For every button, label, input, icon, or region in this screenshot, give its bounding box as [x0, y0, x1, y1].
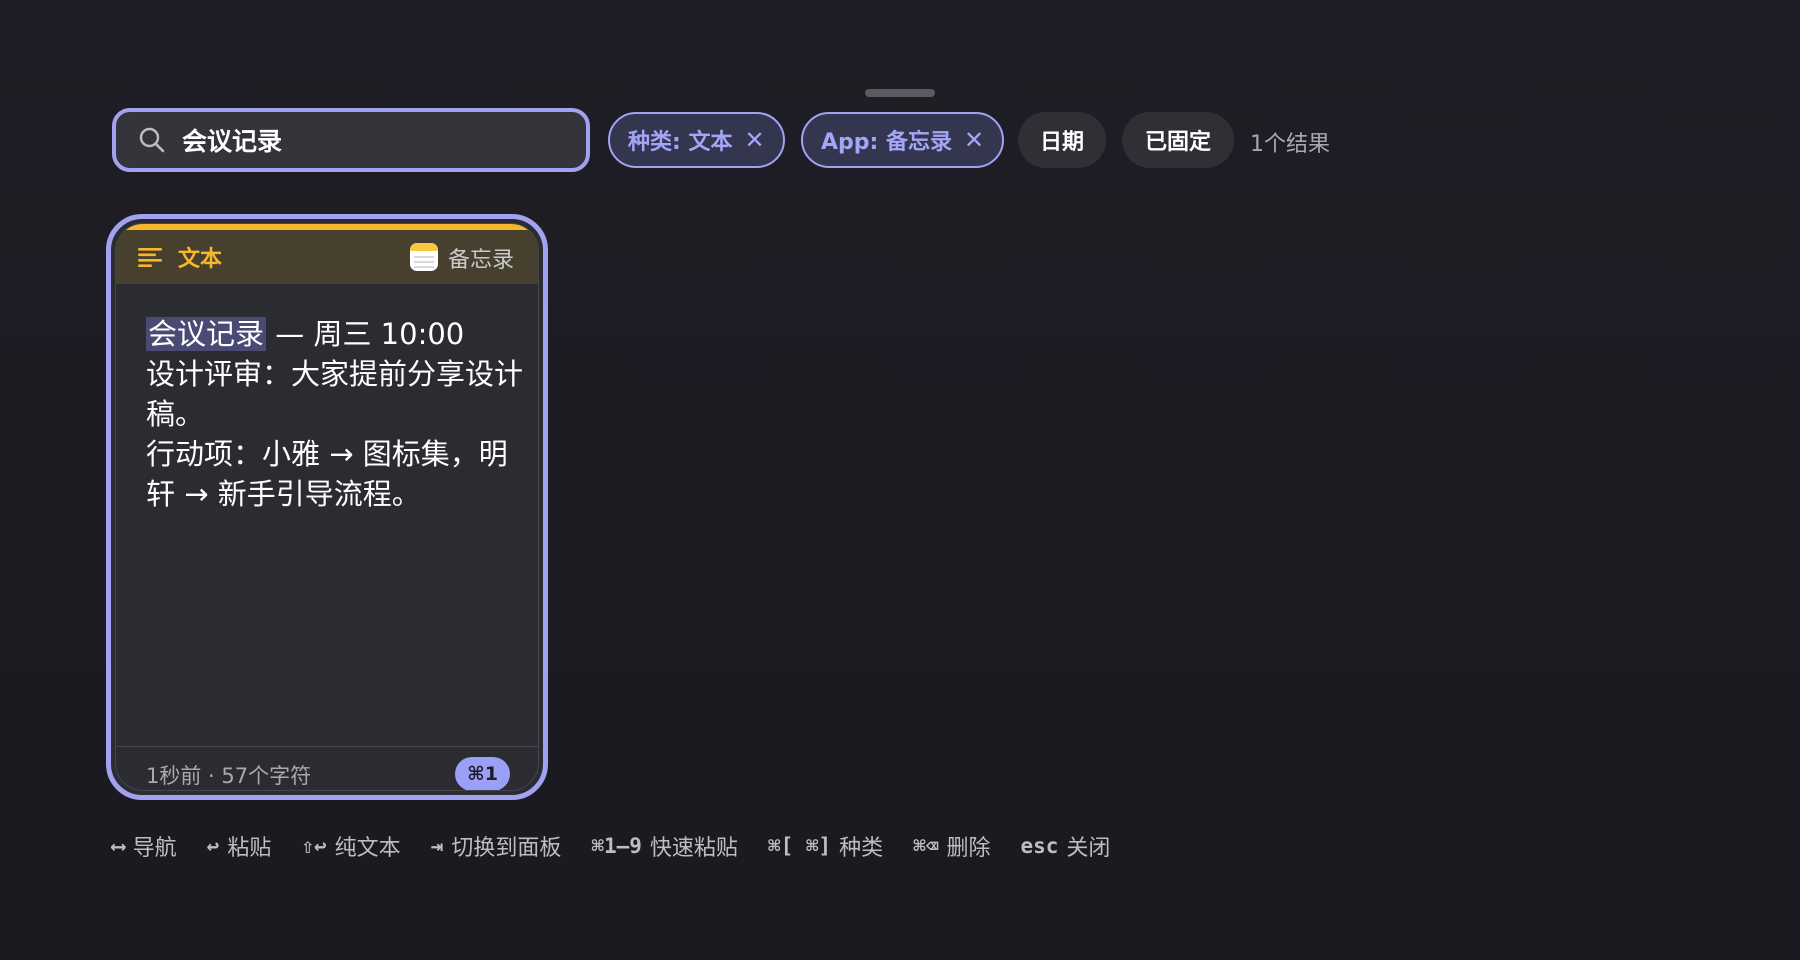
clip-card-inner: 文本 备忘录 会议记录 — 周三 10:00 设计评审：大家提前分享设计稿。 行…: [115, 223, 539, 791]
hint-close: esc 关闭: [1020, 830, 1110, 862]
close-icon[interactable]: ✕: [964, 126, 984, 154]
search-icon: [134, 122, 170, 158]
hint-label: 切换到面板: [451, 836, 562, 861]
hint-label: 粘贴: [227, 836, 272, 861]
text-lines-icon: [138, 245, 166, 269]
hint-navigate: ⟷ 导航: [112, 830, 177, 862]
clip-card[interactable]: 文本 备忘录 会议记录 — 周三 10:00 设计评审：大家提前分享设计稿。 行…: [106, 214, 548, 800]
filter-chip-kind[interactable]: 种类: 文本 ✕: [608, 112, 785, 168]
hint-label: 删除: [946, 836, 991, 861]
keyboard-hints: ⟷ 导航 ↩ 粘贴 ⇧↩ 纯文本 ⇥ 切换到面板 ⌘1–9 快速粘贴 ⌘[ ⌘]…: [112, 830, 1140, 862]
clip-card-header: 文本 备忘录: [116, 230, 538, 284]
command-delete-icon: ⌘⌫: [913, 834, 939, 858]
tab-icon: ⇥: [430, 834, 444, 858]
hint-label: 种类: [839, 836, 884, 861]
shift-return-icon: ⇧↩: [301, 834, 327, 858]
notes-app-icon: [410, 243, 438, 271]
hint-plain-text: ⇧↩ 纯文本: [301, 830, 400, 862]
clip-type-label: 文本: [178, 247, 223, 272]
clip-meta: 1秒前 · 57个字符: [146, 764, 312, 788]
hint-kind: ⌘[ ⌘] 种类: [768, 830, 883, 862]
search-highlight: 会议记录: [146, 317, 267, 351]
hint-delete: ⌘⌫ 删除: [913, 830, 990, 862]
search-box[interactable]: [112, 108, 590, 172]
divider: [116, 746, 538, 747]
filter-chip-date[interactable]: 日期: [1018, 112, 1106, 168]
hint-quick-paste: ⌘1–9 快速粘贴: [591, 830, 738, 862]
result-count: 1个结果: [1250, 132, 1330, 157]
shortcut-badge: ⌘1: [455, 757, 510, 790]
close-icon[interactable]: ✕: [744, 126, 764, 154]
filter-chip-label: 已固定: [1144, 130, 1211, 155]
hint-label: 导航: [132, 836, 177, 861]
drag-handle[interactable]: [865, 89, 935, 97]
filter-chip-app[interactable]: App: 备忘录 ✕: [801, 112, 1005, 168]
hint-switch-panel: ⇥ 切换到面板: [431, 830, 562, 862]
search-input[interactable]: [182, 125, 562, 155]
command-bracket-keys: ⌘[ ⌘]: [767, 834, 832, 858]
filter-chip-label: App: 备忘录: [821, 130, 952, 155]
hint-label: 纯文本: [334, 836, 401, 861]
clipboard-panel: 种类: 文本 ✕ App: 备忘录 ✕ 日期 已固定 1个结果: [0, 0, 1800, 960]
filter-chip-pinned[interactable]: 已固定: [1122, 112, 1234, 168]
arrows-icon: ⟷: [112, 834, 125, 858]
source-app-label: 备忘录: [447, 248, 514, 273]
hint-label: 关闭: [1066, 836, 1111, 861]
filter-chip-label: 日期: [1040, 130, 1085, 155]
hint-paste: ↩ 粘贴: [207, 830, 272, 862]
hint-label: 快速粘贴: [649, 836, 738, 861]
clip-content: 会议记录 — 周三 10:00 设计评审：大家提前分享设计稿。 行动项：小雅 →…: [146, 314, 526, 514]
escape-key: esc: [1020, 834, 1059, 858]
return-icon: ↩: [206, 834, 220, 858]
command-number-keys: ⌘1–9: [591, 834, 642, 858]
filter-chip-label: 种类: 文本: [628, 130, 733, 155]
